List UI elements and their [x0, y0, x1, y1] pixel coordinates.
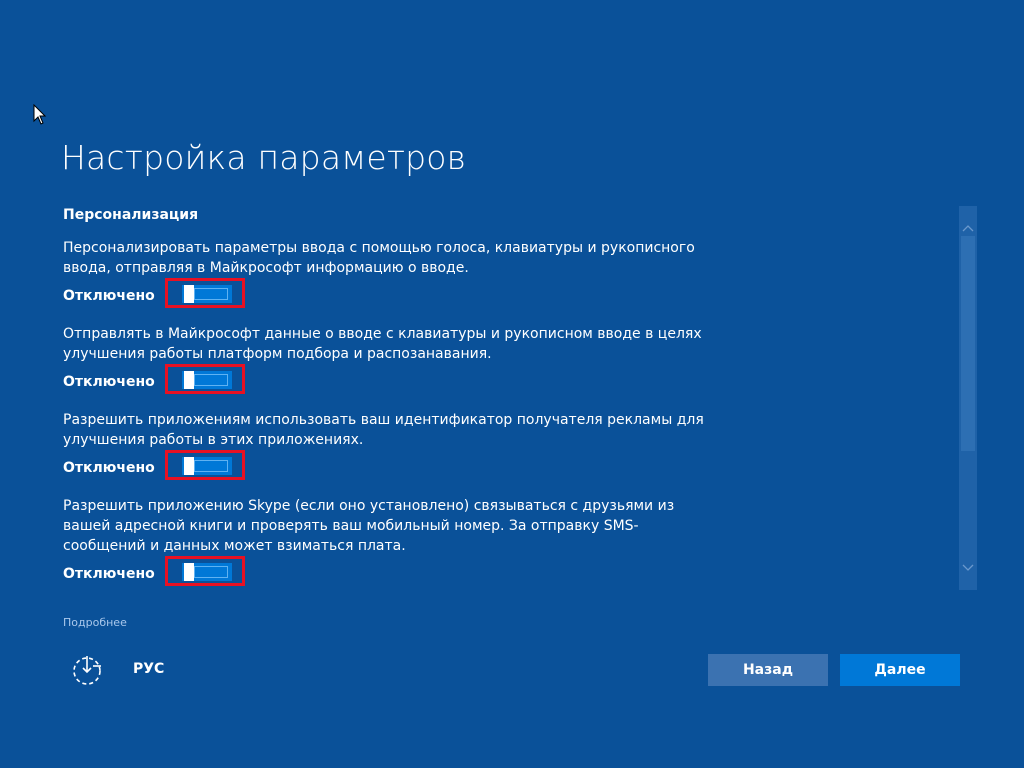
setting-description: Разрешить приложению Skype (если оно уст…	[63, 498, 675, 554]
setting-description: Отправлять в Майкрософт данные о вводе с…	[63, 326, 702, 362]
toggle-track	[194, 288, 228, 300]
toggle-switch[interactable]	[181, 370, 233, 390]
toggle-track	[194, 566, 228, 578]
section-heading: Персонализация	[63, 207, 199, 223]
toggle-state-label: Отключено	[63, 460, 155, 476]
toggle-knob	[184, 371, 194, 389]
next-button[interactable]: Далее	[840, 654, 960, 686]
toggle-switch[interactable]	[181, 562, 233, 582]
toggle-row: Отключено	[63, 278, 723, 314]
toggle-state-label: Отключено	[63, 566, 155, 582]
toggle-state-label: Отключено	[63, 374, 155, 390]
back-button[interactable]: Назад	[708, 654, 828, 686]
page-title: Настройка параметров	[61, 138, 467, 177]
language-indicator[interactable]: РУС	[133, 661, 164, 677]
learn-more-link[interactable]: Подробнее	[63, 616, 127, 629]
toggle-knob	[184, 285, 194, 303]
toggle-knob	[184, 563, 194, 581]
setting-description: Разрешить приложениям использовать ваш и…	[63, 412, 704, 448]
toggle-row: Отключено	[63, 450, 723, 486]
toggle-switch[interactable]	[181, 456, 233, 476]
toggle-row: Отключено	[63, 556, 723, 592]
setting-item: Разрешить приложениям использовать ваш и…	[63, 410, 723, 486]
toggle-switch[interactable]	[181, 284, 233, 304]
setting-description: Персонализировать параметры ввода с помо…	[63, 240, 695, 276]
oobe-settings-page: Настройка параметров Персонализация Перс…	[0, 0, 1024, 768]
toggle-track	[194, 374, 228, 386]
ease-of-access-icon[interactable]	[70, 654, 104, 686]
vertical-scrollbar[interactable]	[959, 206, 977, 590]
toggle-track	[194, 460, 228, 472]
toggle-state-label: Отключено	[63, 288, 155, 304]
setting-item: Разрешить приложению Skype (если оно уст…	[63, 496, 723, 592]
setting-item: Персонализировать параметры ввода с помо…	[63, 238, 723, 314]
scroll-thumb[interactable]	[961, 236, 975, 451]
setting-item: Отправлять в Майкрософт данные о вводе с…	[63, 324, 723, 400]
toggle-row: Отключено	[63, 364, 723, 400]
mouse-pointer-icon	[33, 104, 47, 125]
toggle-knob	[184, 457, 194, 475]
chevron-down-icon[interactable]	[959, 560, 977, 578]
